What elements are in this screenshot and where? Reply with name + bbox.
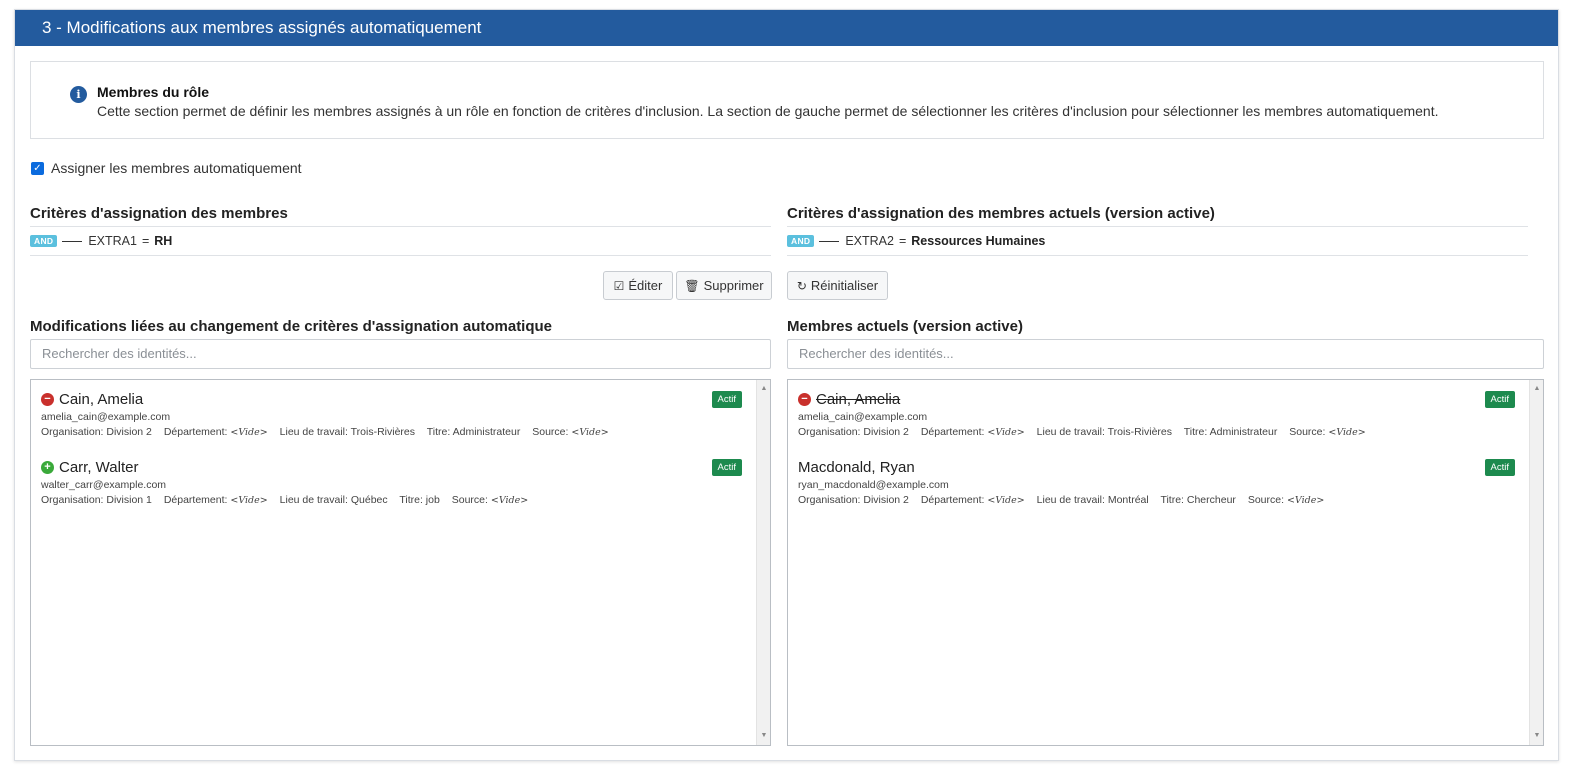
- checkbox-checked-icon[interactable]: ✓: [31, 161, 44, 175]
- list-item[interactable]: + Carr, Walter walter_carr@example.com O…: [41, 459, 742, 519]
- right-criteria-title: Critères d'assignation des membres actue…: [787, 205, 1215, 222]
- panel-title: 3 - Modifications aux membres assignés a…: [15, 10, 1558, 46]
- status-badge: Actif: [1484, 459, 1515, 476]
- criteria-connector: [62, 240, 83, 242]
- criteria-operator: =: [141, 234, 150, 248]
- left-member-list[interactable]: − Cain, Amelia amelia_cain@example.com O…: [30, 379, 771, 746]
- member-name: + Carr, Walter: [41, 459, 138, 476]
- left-search-input[interactable]: [42, 346, 770, 361]
- reset-button-label: Réinitialiser: [810, 278, 879, 293]
- reset-button[interactable]: ↻ Réinitialiser: [787, 271, 888, 300]
- scroll-up-icon[interactable]: ▲: [1530, 382, 1543, 396]
- member-email: amelia_cain@example.com: [41, 411, 171, 423]
- status-badge: Actif: [711, 391, 742, 408]
- refresh-icon: ↻: [796, 278, 807, 293]
- list-item[interactable]: Macdonald, Ryan ryan_macdonald@example.c…: [798, 459, 1515, 519]
- criteria-field: EXTRA1: [88, 234, 137, 248]
- member-details: Organisation: Division 2 Département: <V…: [798, 426, 1366, 438]
- right-member-list[interactable]: − Cain, Amelia amelia_cain@example.com O…: [787, 379, 1544, 746]
- criteria-connector: [819, 240, 840, 242]
- info-box: i Membres du rôle Cette section permet d…: [30, 61, 1544, 139]
- right-search-input[interactable]: [799, 346, 1543, 361]
- left-members-title: Modifications liées au changement de cri…: [30, 318, 553, 335]
- scroll-up-icon[interactable]: ▲: [757, 382, 770, 396]
- member-details: Organisation: Division 2 Département: <V…: [798, 494, 1325, 506]
- delete-button[interactable]: 🗑 Supprimer: [676, 271, 772, 300]
- info-title: Membres du rôle: [97, 84, 210, 100]
- member-email: ryan_macdonald@example.com: [798, 479, 949, 491]
- left-list-scrollbar[interactable]: ▲ ▼: [756, 380, 770, 745]
- left-search-field[interactable]: [30, 339, 771, 369]
- member-email: walter_carr@example.com: [41, 479, 167, 491]
- info-icon: i: [70, 86, 87, 103]
- criteria-value: Ressources Humaines: [911, 234, 1046, 248]
- member-details: Organisation: Division 1 Département: <V…: [41, 494, 529, 506]
- scroll-down-icon[interactable]: ▼: [757, 729, 770, 743]
- right-list-scrollbar[interactable]: ▲ ▼: [1529, 380, 1543, 745]
- criteria-operator: =: [898, 234, 907, 248]
- criteria-field: EXTRA2: [845, 234, 894, 248]
- status-badge: Actif: [711, 459, 742, 476]
- list-item[interactable]: − Cain, Amelia amelia_cain@example.com O…: [41, 391, 742, 451]
- info-text: Cette section permet de définir les memb…: [97, 103, 1439, 119]
- right-search-field[interactable]: [787, 339, 1544, 369]
- member-name: − Cain, Amelia: [41, 391, 143, 408]
- and-badge: AND: [787, 235, 815, 247]
- right-criteria-row: AND EXTRA2 = Ressources Humaines: [787, 226, 1528, 256]
- left-criteria-title: Critères d'assignation des membres: [30, 205, 288, 222]
- delete-button-label: Supprimer: [703, 278, 764, 293]
- list-item[interactable]: − Cain, Amelia amelia_cain@example.com O…: [798, 391, 1515, 451]
- minus-circle-icon: −: [798, 393, 811, 406]
- and-badge: AND: [30, 235, 58, 247]
- edit-button[interactable]: ☑ Éditer: [603, 271, 673, 300]
- plus-circle-icon: +: [41, 461, 54, 474]
- member-name: Macdonald, Ryan: [798, 459, 915, 476]
- member-email: amelia_cain@example.com: [798, 411, 928, 423]
- auto-assign-checkbox[interactable]: ✓ Assigner les membres automatiquement: [31, 160, 302, 176]
- right-members-title: Membres actuels (version active): [787, 318, 1023, 335]
- member-details: Organisation: Division 2 Département: <V…: [41, 426, 609, 438]
- edit-button-label: Éditer: [628, 278, 663, 293]
- auto-members-panel: 3 - Modifications aux membres assignés a…: [14, 9, 1559, 761]
- member-name: − Cain, Amelia: [798, 391, 900, 408]
- scroll-down-icon[interactable]: ▼: [1530, 729, 1543, 743]
- auto-assign-label: Assigner les membres automatiquement: [51, 160, 302, 176]
- criteria-value: RH: [154, 234, 173, 248]
- trash-icon: 🗑: [684, 278, 700, 293]
- status-badge: Actif: [1484, 391, 1515, 408]
- left-criteria-row: AND EXTRA1 = RH: [30, 226, 771, 256]
- edit-icon: ☑: [613, 278, 625, 293]
- minus-circle-icon: −: [41, 393, 54, 406]
